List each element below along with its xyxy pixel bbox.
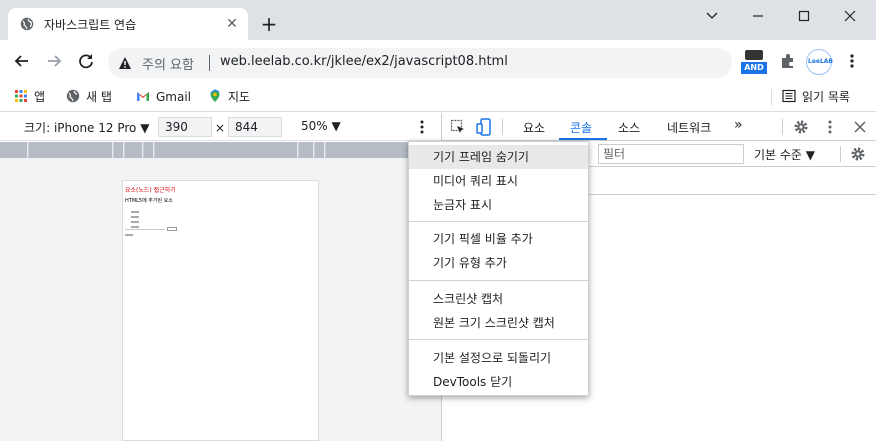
- reload-icon[interactable]: [76, 51, 96, 71]
- map-pin-icon: [210, 89, 220, 102]
- kebab-menu-icon[interactable]: [842, 51, 862, 71]
- close-icon[interactable]: [852, 119, 868, 135]
- device-selector[interactable]: 크기: iPhone 12 Pro ▼: [24, 119, 149, 136]
- apps-grid-icon: [15, 90, 27, 102]
- dimension-times: ×: [215, 121, 226, 135]
- menu-item-show-media-queries[interactable]: 미디어 쿼리 표시: [409, 169, 588, 193]
- bookmark-new-tab[interactable]: 새 탭: [66, 87, 112, 107]
- new-tab-button[interactable]: +: [258, 14, 280, 36]
- puzzle-extensions-icon[interactable]: [778, 51, 798, 71]
- zoom-selector[interactable]: 50% ▼: [301, 119, 341, 133]
- forward-arrow-icon[interactable]: [44, 51, 64, 71]
- list-item: [131, 226, 139, 228]
- maximize-icon[interactable]: [790, 6, 818, 26]
- divider: [209, 55, 210, 71]
- page-heading: 요소(노드) 접근하기: [125, 187, 176, 194]
- menu-item-show-rulers[interactable]: 눈금자 표시: [409, 193, 588, 217]
- close-window-icon[interactable]: [836, 6, 864, 26]
- bookmarks-bar: 앱 새 탭 Gmail 지도 읽기 목록: [0, 82, 876, 112]
- tab-elements[interactable]: 요소: [523, 119, 545, 136]
- divider: [840, 146, 841, 162]
- active-tab-indicator: [559, 138, 607, 140]
- globe-icon: [20, 17, 34, 31]
- menu-item-add-device-pixel-ratio[interactable]: 기기 픽셀 비율 추가: [409, 227, 588, 251]
- kebab-menu-icon[interactable]: [822, 119, 838, 135]
- menu-item-close-devtools[interactable]: DevTools 닫기: [409, 370, 588, 394]
- globe-icon: [66, 89, 80, 103]
- bookmark-label: 앱: [34, 90, 46, 104]
- input-line: [125, 229, 165, 230]
- warning-triangle-icon[interactable]: [118, 56, 132, 70]
- menu-item-capture-screenshot[interactable]: 스크린샷 캡처: [409, 287, 588, 311]
- console-settings-gear-icon[interactable]: [850, 146, 866, 162]
- reading-list-icon: [782, 89, 796, 103]
- kebab-menu-icon[interactable]: [414, 119, 430, 135]
- bookmark-apps[interactable]: 앱: [14, 87, 45, 107]
- list-item: [131, 216, 139, 218]
- device-width-input[interactable]: 390: [158, 117, 212, 137]
- device-toolbar-menu: 기기 프레임 숨기기 미디어 쿼리 표시 눈금자 표시 기기 픽셀 비율 추가 …: [408, 141, 589, 396]
- tab-strip: 자바스크립트 연습 ✕ +: [0, 0, 876, 40]
- divider: [771, 89, 772, 105]
- bookmark-maps[interactable]: 지도: [208, 87, 250, 107]
- media-query-bar[interactable]: [0, 142, 441, 158]
- device-toolbar: 크기: iPhone 12 Pro ▼ 390 × 844 50% ▼: [0, 113, 441, 141]
- inspect-element-icon[interactable]: [450, 119, 466, 135]
- tab-console[interactable]: 콘솔: [570, 119, 592, 136]
- chevron-down-icon[interactable]: [698, 6, 726, 26]
- bookmark-gmail[interactable]: Gmail: [136, 87, 191, 107]
- menu-item-capture-full-size-screenshot[interactable]: 원본 크기 스크린샷 캡처: [409, 311, 588, 335]
- mini-button: [167, 227, 177, 231]
- tab-network[interactable]: 네트워크: [667, 119, 711, 136]
- divider: [782, 119, 783, 135]
- list-item: [131, 221, 139, 223]
- list-item: [131, 211, 139, 213]
- console-filter-input[interactable]: 필터: [598, 144, 744, 164]
- leelab-profile-avatar[interactable]: LeeLAB: [806, 49, 833, 75]
- device-screen: 요소(노드) 접근하기 HTML5에 추가된 요소: [122, 180, 319, 441]
- address-bar[interactable]: 주의 요함 web.leelab.co.kr/jklee/ex2/javascr…: [108, 48, 732, 78]
- devtools-tab-bar: 요소 콘솔 소스 네트워크 »: [442, 113, 876, 141]
- bookmark-label: 읽기 목록: [802, 90, 850, 104]
- log-level-selector[interactable]: 기본 수준 ▼: [754, 146, 815, 163]
- divider: [502, 119, 503, 135]
- more-tabs-button[interactable]: »: [734, 117, 743, 133]
- gmail-icon: [137, 92, 149, 101]
- url-text[interactable]: web.leelab.co.kr/jklee/ex2/javascript08.…: [220, 54, 508, 69]
- back-arrow-icon[interactable]: [12, 51, 32, 71]
- close-tab-icon[interactable]: ✕: [224, 16, 240, 32]
- security-status[interactable]: 주의 요함: [142, 54, 194, 73]
- bookmark-label: Gmail: [156, 90, 192, 104]
- menu-separator: [409, 339, 588, 340]
- device-toggle-icon[interactable]: [476, 118, 492, 136]
- menu-item-hide-device-frame[interactable]: 기기 프레임 숨기기: [409, 145, 588, 169]
- reading-list[interactable]: 읽기 목록: [782, 87, 850, 107]
- bookmark-label: 지도: [228, 90, 251, 104]
- gear-icon[interactable]: [793, 119, 809, 135]
- bookmark-label: 새 탭: [86, 90, 112, 104]
- menu-item-add-device-type[interactable]: 기기 유형 추가: [409, 251, 588, 275]
- device-height-input[interactable]: 844: [228, 117, 282, 137]
- tab-sources[interactable]: 소스: [618, 119, 640, 136]
- minimize-icon[interactable]: [744, 6, 772, 26]
- and-extension-icon[interactable]: AND: [741, 50, 767, 76]
- list-item: [125, 234, 133, 236]
- menu-separator: [409, 280, 588, 281]
- browser-tab[interactable]: 자바스크립트 연습 ✕: [8, 8, 248, 40]
- menu-separator: [409, 221, 588, 222]
- tab-title: 자바스크립트 연습: [44, 18, 137, 32]
- menu-item-reset-to-defaults[interactable]: 기본 설정으로 되돌리기: [409, 346, 588, 370]
- page-subheading: HTML5에 추가된 요소: [125, 198, 173, 204]
- emulated-viewport: 요소(노드) 접근하기 HTML5에 추가된 요소: [0, 158, 441, 441]
